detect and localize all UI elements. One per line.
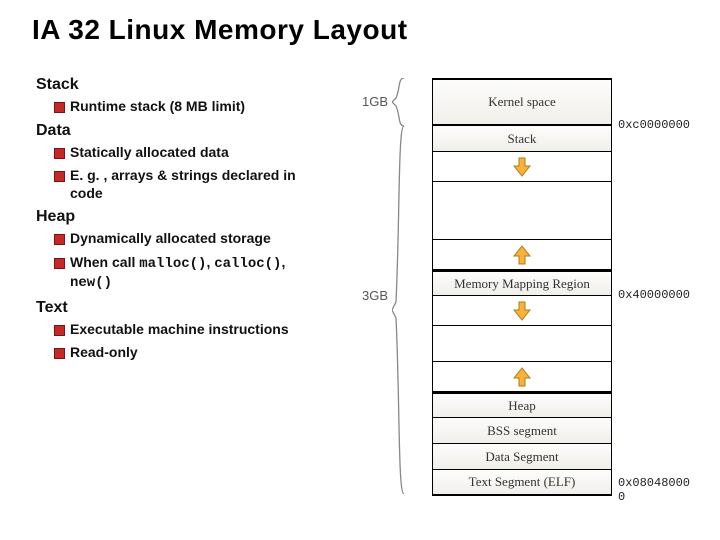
memory-layout-diagram: 1GB 3GB Kernel space Stack Memory Mappin… xyxy=(360,78,700,508)
arrow-down-icon xyxy=(432,152,612,182)
text-item: Read-only xyxy=(54,344,316,362)
memory-column: Kernel space Stack Memory Mapping Region… xyxy=(432,78,612,496)
segment-text: Text Segment (ELF) xyxy=(432,470,612,496)
brace-icon xyxy=(392,78,406,126)
brace-icon xyxy=(392,126,406,494)
segment-data: Data Segment xyxy=(432,444,612,470)
size-label-1gb: 1GB xyxy=(352,94,388,109)
segment-gap xyxy=(432,182,612,240)
arrow-up-icon xyxy=(432,362,612,392)
segment-stack: Stack xyxy=(432,126,612,152)
data-item: E. g. , arrays & strings declared in cod… xyxy=(54,167,316,202)
section-heading-heap: Heap xyxy=(36,208,316,226)
section-heading-stack: Stack xyxy=(36,76,316,94)
stack-item: Runtime stack (8 MB limit) xyxy=(54,98,316,116)
arrow-down-icon xyxy=(432,296,612,326)
address-mmap: 0x40000000 xyxy=(618,288,690,302)
segment-gap xyxy=(432,326,612,362)
arrow-up-icon xyxy=(432,240,612,270)
size-label-3gb: 3GB xyxy=(352,288,388,303)
segment-heap: Heap xyxy=(432,392,612,418)
address-kernel: 0xc0000000 xyxy=(618,118,690,132)
segment-bss: BSS segment xyxy=(432,418,612,444)
heap-item: When call malloc(), calloc(), new() xyxy=(54,254,316,293)
segment-kernel: Kernel space xyxy=(432,78,612,126)
section-heading-text: Text xyxy=(36,299,316,317)
description-column: Stack Runtime stack (8 MB limit) Data St… xyxy=(36,70,316,368)
segment-mmap: Memory Mapping Region xyxy=(432,270,612,296)
data-item: Statically allocated data xyxy=(54,144,316,162)
address-text: 0x08048000 xyxy=(618,476,690,490)
heap-item: Dynamically allocated storage xyxy=(54,230,316,248)
address-zero: 0 xyxy=(618,490,625,504)
section-heading-data: Data xyxy=(36,122,316,140)
text-item: Executable machine instructions xyxy=(54,321,316,339)
page-title: IA 32 Linux Memory Layout xyxy=(32,14,408,46)
